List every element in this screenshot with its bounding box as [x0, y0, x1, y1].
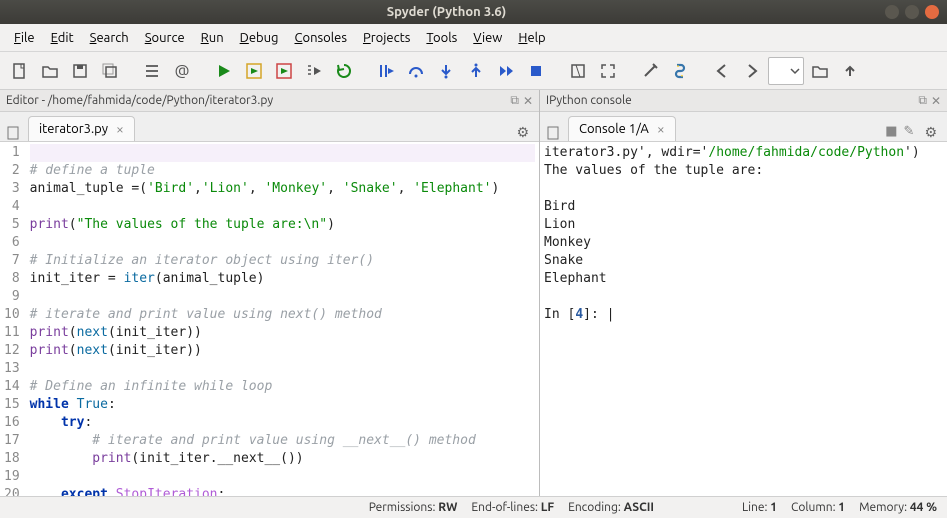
close-tab-icon[interactable]: × — [116, 121, 124, 137]
tab-iterator3[interactable]: iterator3.py × — [28, 116, 135, 141]
console-pane: IPython console ⧉ ✕ Console 1/A × ■ ✎ ⚙ … — [540, 90, 947, 496]
preferences-button[interactable] — [636, 57, 664, 85]
detach-pane-icon[interactable]: ⧉ — [510, 94, 519, 108]
detach-console-icon[interactable]: ⧉ — [918, 94, 927, 108]
code-editor[interactable]: 12345678910111213141516171819202122 # de… — [0, 142, 539, 496]
parent-dir-button[interactable] — [836, 57, 864, 85]
status-permissions: Permissions: RW — [369, 501, 458, 514]
status-bar: Permissions: RW End-of-lines: LF Encodin… — [0, 496, 947, 518]
file-list-icon[interactable] — [6, 125, 24, 141]
menu-run[interactable]: Run — [195, 29, 230, 47]
code-line[interactable]: try: — [30, 414, 535, 432]
save-all-button[interactable] — [96, 57, 124, 85]
clear-console-icon[interactable]: ✎ — [904, 124, 915, 141]
open-file-button[interactable] — [36, 57, 64, 85]
status-eol: End-of-lines: LF — [471, 501, 554, 514]
menu-edit[interactable]: Edit — [45, 29, 80, 47]
run-selection-button[interactable] — [300, 57, 328, 85]
console-list-icon[interactable] — [546, 125, 564, 141]
menu-help[interactable]: Help — [512, 29, 551, 47]
menubar: FileEditSearchSourceRunDebugConsolesProj… — [0, 24, 947, 52]
status-encoding: Encoding: ASCII — [568, 501, 654, 514]
console-options-icon[interactable]: ⚙ — [920, 124, 941, 141]
menu-consoles[interactable]: Consoles — [289, 29, 353, 47]
menu-tools[interactable]: Tools — [420, 29, 463, 47]
outline-button[interactable] — [138, 57, 166, 85]
window-title: Spyder (Python 3.6) — [8, 5, 885, 19]
browse-cwd-button[interactable] — [806, 57, 834, 85]
pythonpath-button[interactable] — [666, 57, 694, 85]
code-line[interactable]: print(next(init_iter)) — [30, 342, 535, 360]
code-line[interactable]: except StopIteration: — [30, 486, 535, 496]
menu-file[interactable]: File — [8, 29, 41, 47]
code-line[interactable] — [30, 288, 535, 306]
code-line[interactable]: # Define an infinite while loop — [30, 378, 535, 396]
code-line[interactable] — [30, 234, 535, 252]
run-cell-button[interactable] — [240, 57, 268, 85]
forward-button[interactable] — [738, 57, 766, 85]
close-console-pane-icon[interactable]: ✕ — [931, 94, 941, 108]
status-column: Column: 1 — [791, 501, 845, 514]
continue-button[interactable] — [492, 57, 520, 85]
code-line[interactable]: print(init_iter.__next__()) — [30, 450, 535, 468]
step-into-button[interactable] — [432, 57, 460, 85]
menu-source[interactable]: Source — [139, 29, 191, 47]
ipython-console[interactable]: iterator3.py', wdir='/home/fahmida/code/… — [540, 142, 947, 496]
new-file-button[interactable] — [6, 57, 34, 85]
code-line[interactable]: while True: — [30, 396, 535, 414]
minimize-button[interactable] — [885, 5, 899, 19]
status-line: Line: 1 — [742, 501, 777, 514]
code-line[interactable]: # Initialize an iterator object using it… — [30, 252, 535, 270]
close-pane-icon[interactable]: ✕ — [523, 94, 533, 108]
menu-debug[interactable]: Debug — [234, 29, 285, 47]
code-line[interactable]: init_iter = iter(animal_tuple) — [30, 270, 535, 288]
code-line[interactable] — [30, 360, 535, 378]
code-line[interactable]: animal_tuple =('Bird','Lion', 'Monkey', … — [30, 180, 535, 198]
code-line[interactable]: print("The values of the tuple are:\n") — [30, 216, 535, 234]
editor-options-icon[interactable]: ⚙ — [512, 124, 533, 141]
close-console-tab-icon[interactable]: × — [657, 121, 665, 137]
stop-debug-button[interactable] — [522, 57, 550, 85]
menu-projects[interactable]: Projects — [357, 29, 416, 47]
status-memory: Memory: 44 % — [859, 501, 937, 514]
maximize-button[interactable] — [905, 5, 919, 19]
fullscreen-button[interactable] — [594, 57, 622, 85]
step-over-button[interactable] — [402, 57, 430, 85]
code-line[interactable]: print(next(init_iter)) — [30, 324, 535, 342]
rerun-button[interactable] — [330, 57, 358, 85]
step-out-button[interactable] — [462, 57, 490, 85]
tab-label: iterator3.py — [39, 122, 108, 136]
editor-pane-title: Editor - /home/fahmida/code/Python/itera… — [6, 94, 510, 107]
code-line[interactable]: # iterate and print value using __next__… — [30, 432, 535, 450]
console-tab-label: Console 1/A — [579, 122, 649, 136]
editor-pane: Editor - /home/fahmida/code/Python/itera… — [0, 90, 540, 496]
back-button[interactable] — [708, 57, 736, 85]
tab-console-1a[interactable]: Console 1/A × — [568, 116, 676, 141]
debug-button[interactable] — [372, 57, 400, 85]
menu-view[interactable]: View — [467, 29, 508, 47]
run-button[interactable] — [210, 57, 238, 85]
save-button[interactable] — [66, 57, 94, 85]
run-cell-advance-button[interactable] — [270, 57, 298, 85]
console-pane-title: IPython console — [546, 94, 918, 107]
code-line[interactable] — [30, 144, 535, 162]
window-titlebar: Spyder (Python 3.6) — [0, 0, 947, 24]
code-line[interactable]: # iterate and print value using next() m… — [30, 306, 535, 324]
stop-console-icon[interactable]: ■ — [885, 124, 897, 141]
code-line[interactable] — [30, 468, 535, 486]
code-line[interactable] — [30, 198, 535, 216]
close-window-button[interactable] — [925, 5, 939, 19]
toolbar: @ — [0, 52, 947, 90]
code-line[interactable]: # define a tuple — [30, 162, 535, 180]
cwd-dropdown[interactable] — [768, 57, 804, 85]
menu-search[interactable]: Search — [84, 29, 135, 47]
maximize-pane-button[interactable] — [564, 57, 592, 85]
at-button[interactable]: @ — [168, 57, 196, 85]
